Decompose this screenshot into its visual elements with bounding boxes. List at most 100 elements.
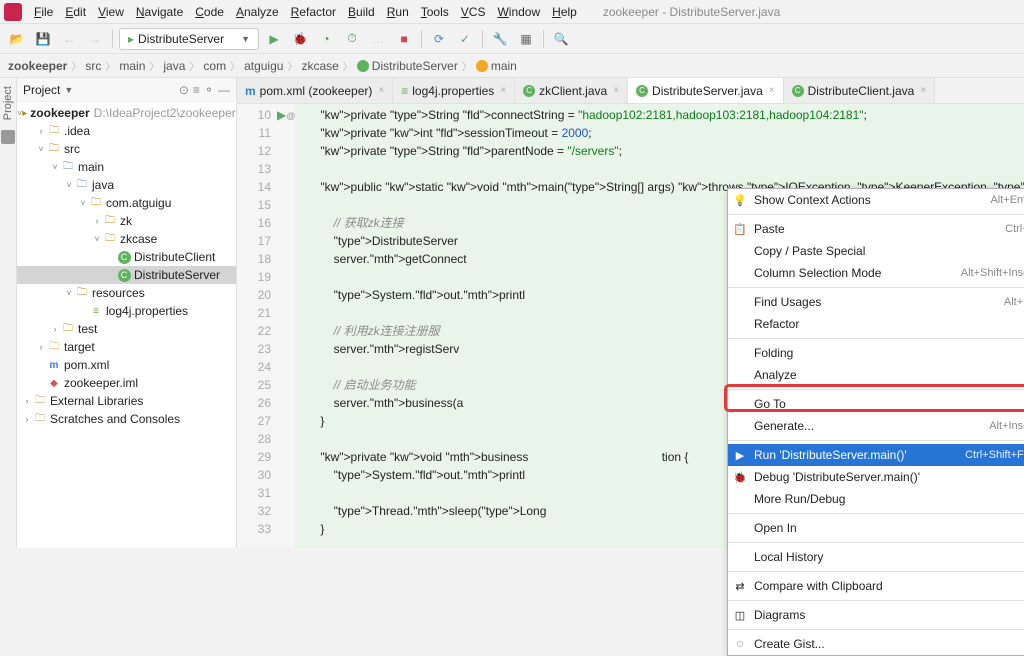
tree-item-distributeclient[interactable]: CDistributeClient: [17, 248, 236, 266]
tree-item-target[interactable]: ›🗀target: [17, 338, 236, 356]
tree-item--idea[interactable]: ›🗀.idea: [17, 122, 236, 140]
menu-bar: FileEditViewNavigateCodeAnalyzeRefactorB…: [0, 0, 1024, 24]
project-tree[interactable]: ˅▸zookeeper D:\IdeaProject2\zookeeper›🗀.…: [17, 102, 236, 548]
tree-item-zk[interactable]: ›🗀zk: [17, 212, 236, 230]
tab-log4j-properties[interactable]: ≡log4j.properties×: [393, 78, 515, 103]
menu-vcs[interactable]: VCS: [455, 5, 492, 19]
close-tab-icon[interactable]: ×: [378, 85, 384, 96]
breadcrumb-item[interactable]: atguigu〉: [244, 58, 301, 73]
tree-item-pom-xml[interactable]: mpom.xml: [17, 356, 236, 374]
ctx-diagrams[interactable]: ◫Diagrams▶: [728, 604, 1024, 626]
tab-zkclient-java[interactable]: CzkClient.java×: [515, 78, 628, 103]
menu-tools[interactable]: Tools: [415, 5, 455, 19]
menu-view[interactable]: View: [92, 5, 130, 19]
search-icon[interactable]: 🔍: [550, 28, 572, 50]
breadcrumb-item[interactable]: zkcase〉: [301, 58, 356, 73]
menu-analyze[interactable]: Analyze: [230, 5, 285, 19]
tree-item-com-atguigu[interactable]: ˅🗀com.atguigu: [17, 194, 236, 212]
ctx-more-run-debug[interactable]: More Run/Debug▶: [728, 488, 1024, 510]
tree-item-scratches-and-consoles[interactable]: ›🗀Scratches and Consoles: [17, 410, 236, 428]
menu-help[interactable]: Help: [546, 5, 583, 19]
tab-distributeclient-java[interactable]: CDistributeClient.java×: [784, 78, 936, 103]
open-icon[interactable]: 📂: [6, 28, 28, 50]
project-panel: Project ▼ ⊙ ≡ ⚬ — ˅▸zookeeper D:\IdeaPro…: [17, 78, 237, 548]
tree-item-log4j-properties[interactable]: ≡log4j.properties: [17, 302, 236, 320]
ctx-analyze[interactable]: Analyze▶: [728, 364, 1024, 386]
breadcrumb-bar: zookeeper〉src〉main〉java〉com〉atguigu〉zkca…: [0, 54, 1024, 78]
tree-item-distributeserver[interactable]: CDistributeServer: [17, 266, 236, 284]
ctx-folding[interactable]: Folding▶: [728, 342, 1024, 364]
tree-item-external-libraries[interactable]: ›🗀External Libraries: [17, 392, 236, 410]
debug-icon[interactable]: 🐞: [289, 28, 311, 50]
context-menu[interactable]: 💡Show Context ActionsAlt+Enter 📋PasteCtrl…: [727, 188, 1024, 656]
ctx-debug-distributeserver-main-[interactable]: 🐞Debug 'DistributeServer.main()': [728, 466, 1024, 488]
structure-icon[interactable]: ▦: [515, 28, 537, 50]
vcs-commit-icon[interactable]: ✓: [454, 28, 476, 50]
tree-item-zookeeper-iml[interactable]: ◆zookeeper.iml: [17, 374, 236, 392]
project-header-label: Project: [23, 83, 60, 97]
menu-edit[interactable]: Edit: [59, 5, 92, 19]
close-tab-icon[interactable]: ×: [613, 85, 619, 96]
breadcrumb-item[interactable]: zookeeper〉: [8, 58, 85, 73]
breadcrumb-item[interactable]: com〉: [203, 58, 244, 73]
ctx-column-selection-mode[interactable]: Column Selection ModeAlt+Shift+Insert: [728, 262, 1024, 284]
select-opened-icon[interactable]: ⊙: [179, 83, 189, 97]
tree-item-resources[interactable]: ˅🗀resources: [17, 284, 236, 302]
tree-item-test[interactable]: ›🗀test: [17, 320, 236, 338]
breadcrumb-item[interactable]: main: [476, 59, 517, 73]
tree-item-zkcase[interactable]: ˅🗀zkcase: [17, 230, 236, 248]
tree-item-src[interactable]: ˅🗀src: [17, 140, 236, 158]
forward-icon[interactable]: →: [84, 28, 106, 50]
settings-icon[interactable]: 🔧: [489, 28, 511, 50]
menu-refactor[interactable]: Refactor: [285, 5, 342, 19]
attach-icon[interactable]: …: [367, 28, 389, 50]
menu-window[interactable]: Window: [491, 5, 546, 19]
ctx-run-distributeserver-main-[interactable]: ▶Run 'DistributeServer.main()'Ctrl+Shift…: [728, 444, 1024, 466]
run-icon[interactable]: ▶: [263, 28, 285, 50]
tree-root[interactable]: ˅▸zookeeper D:\IdeaProject2\zookeeper: [17, 104, 236, 122]
ctx-find-usages[interactable]: Find UsagesAlt+F7: [728, 291, 1024, 313]
ctx-generate-[interactable]: Generate...Alt+Insert: [728, 415, 1024, 437]
ctx-local-history[interactable]: Local History▶: [728, 546, 1024, 568]
vcs-update-icon[interactable]: ⟳: [428, 28, 450, 50]
coverage-icon[interactable]: ◔: [315, 28, 337, 50]
breadcrumb-item[interactable]: DistributeServer〉: [357, 58, 476, 73]
close-tab-icon[interactable]: ×: [920, 85, 926, 96]
close-tab-icon[interactable]: ×: [500, 85, 506, 96]
ctx-refactor[interactable]: Refactor▶: [728, 313, 1024, 335]
tool-stripe-left: Project: [0, 78, 17, 548]
project-tool-tab[interactable]: Project: [0, 82, 16, 124]
bookmarks-icon[interactable]: [1, 130, 15, 144]
expand-all-icon[interactable]: ≡: [193, 83, 200, 97]
tree-item-java[interactable]: ˅🗀java: [17, 176, 236, 194]
breadcrumb-item[interactable]: java〉: [163, 58, 203, 73]
project-header[interactable]: Project ▼ ⊙ ≡ ⚬ —: [17, 78, 236, 102]
menu-build[interactable]: Build: [342, 5, 381, 19]
ctx-go-to[interactable]: Go To▶: [728, 393, 1024, 415]
tree-item-main[interactable]: ˅🗀main: [17, 158, 236, 176]
ctx-compare-with-clipboard[interactable]: ⇄Compare with Clipboard: [728, 575, 1024, 597]
tab-pom-xml-zookeeper-[interactable]: mpom.xml (zookeeper)×: [237, 78, 393, 103]
hide-icon[interactable]: —: [218, 83, 230, 97]
menu-navigate[interactable]: Navigate: [130, 5, 189, 19]
menu-file[interactable]: File: [28, 5, 59, 19]
save-icon[interactable]: 💾: [32, 28, 54, 50]
breadcrumb-item[interactable]: src〉: [85, 58, 119, 73]
ctx-copy-paste-special[interactable]: Copy / Paste Special▶: [728, 240, 1024, 262]
window-title: zookeeper - DistributeServer.java: [603, 5, 780, 19]
close-tab-icon[interactable]: ×: [769, 85, 775, 96]
ctx-open-in[interactable]: Open In▶: [728, 517, 1024, 539]
profile-icon[interactable]: ⏱: [341, 28, 363, 50]
tab-distributeserver-java[interactable]: CDistributeServer.java×: [628, 78, 784, 103]
ctx-paste[interactable]: 📋PasteCtrl+V: [728, 218, 1024, 240]
editor-tabs: mpom.xml (zookeeper)×≡log4j.properties×C…: [237, 78, 1024, 104]
back-icon[interactable]: ←: [58, 28, 80, 50]
breadcrumb-item[interactable]: main〉: [119, 58, 163, 73]
menu-code[interactable]: Code: [189, 5, 230, 19]
ctx-show-context-actions[interactable]: 💡Show Context ActionsAlt+Enter: [728, 189, 1024, 211]
collapse-all-icon[interactable]: ⚬: [204, 83, 214, 97]
menu-run[interactable]: Run: [381, 5, 415, 19]
run-config-selector[interactable]: ▸ DistributeServer ▼: [119, 28, 259, 50]
ctx-create-gist-[interactable]: ◌Create Gist...: [728, 633, 1024, 655]
stop-icon[interactable]: ■: [393, 28, 415, 50]
